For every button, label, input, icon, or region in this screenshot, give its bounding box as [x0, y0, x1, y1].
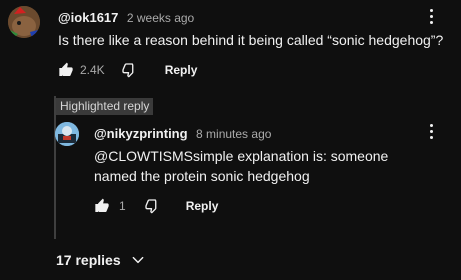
comment-header: @iok1617 2 weeks ago [58, 9, 194, 27]
highlighted-reply-badge: Highlighted reply [56, 98, 154, 115]
thumb-down-icon[interactable] [121, 62, 137, 78]
reply-header: @nikyzprinting 8 minutes ago [94, 125, 271, 143]
replies-count-label: 17 replies [56, 252, 121, 268]
replies-toggle-button[interactable]: 17 replies [56, 252, 145, 268]
reply-button[interactable]: Reply [186, 199, 219, 213]
reply-avatar[interactable] [55, 122, 79, 146]
more-vert-icon[interactable] [428, 124, 434, 142]
thumb-down-icon[interactable] [144, 198, 160, 214]
thumb-up-icon[interactable] [58, 62, 74, 78]
chevron-down-icon [131, 253, 145, 267]
reply-text: @CLOWTISMSsimple explanation is: someone… [94, 148, 389, 184]
reply-button[interactable]: Reply [165, 63, 198, 77]
like-count: 2.4K [80, 63, 105, 77]
avatar[interactable] [8, 6, 40, 38]
comment-text: Is there like a reason behind it being c… [58, 32, 444, 48]
reply-actions: 1 Reply [94, 196, 218, 216]
thumb-up-icon[interactable] [94, 198, 110, 214]
thread-divider [54, 96, 56, 239]
author-handle[interactable]: @iok1617 [58, 10, 118, 25]
reply-timestamp[interactable]: 8 minutes ago [196, 127, 271, 141]
reply-like-count: 1 [119, 199, 126, 213]
comment-actions: 2.4K Reply [58, 60, 197, 80]
comment-thread: @iok1617 2 weeks ago Is there like a rea… [0, 0, 461, 280]
more-vert-icon[interactable] [428, 9, 434, 27]
reply-author-handle[interactable]: @nikyzprinting [94, 126, 188, 141]
comment-timestamp[interactable]: 2 weeks ago [127, 11, 194, 25]
